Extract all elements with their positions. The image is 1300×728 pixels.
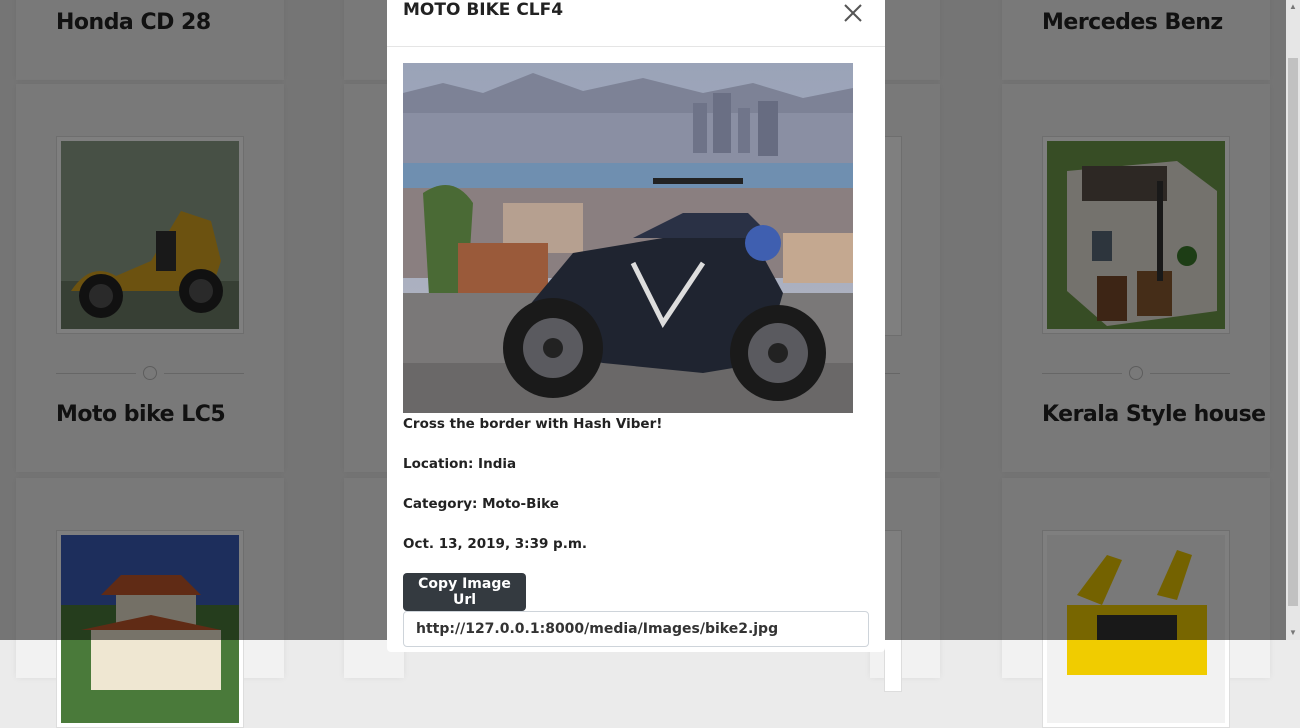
image-caption: Cross the border with Hash Viber! — [403, 416, 663, 432]
image-detail-modal: MOTO BIKE CLF4 Cross the border with Has… — [387, 0, 885, 652]
scroll-up-arrow-icon[interactable]: ▲ — [1286, 0, 1300, 14]
image-category: Category: Moto-Bike — [403, 496, 559, 512]
page-scrollbar[interactable]: ▲ ▼ — [1286, 0, 1300, 640]
motorbike-city-photo — [403, 63, 853, 413]
modal-title: MOTO BIKE CLF4 — [403, 0, 564, 20]
image-url-input[interactable] — [403, 611, 869, 647]
scrollbar-thumb[interactable] — [1288, 58, 1298, 606]
image-date: Oct. 13, 2019, 3:39 p.m. — [403, 536, 588, 552]
modal-header: MOTO BIKE CLF4 — [387, 0, 885, 47]
close-icon[interactable] — [842, 2, 864, 24]
scroll-down-arrow-icon[interactable]: ▼ — [1286, 626, 1300, 640]
image-location: Location: India — [403, 456, 517, 472]
copy-image-url-button[interactable]: Copy Image Url — [403, 573, 526, 611]
